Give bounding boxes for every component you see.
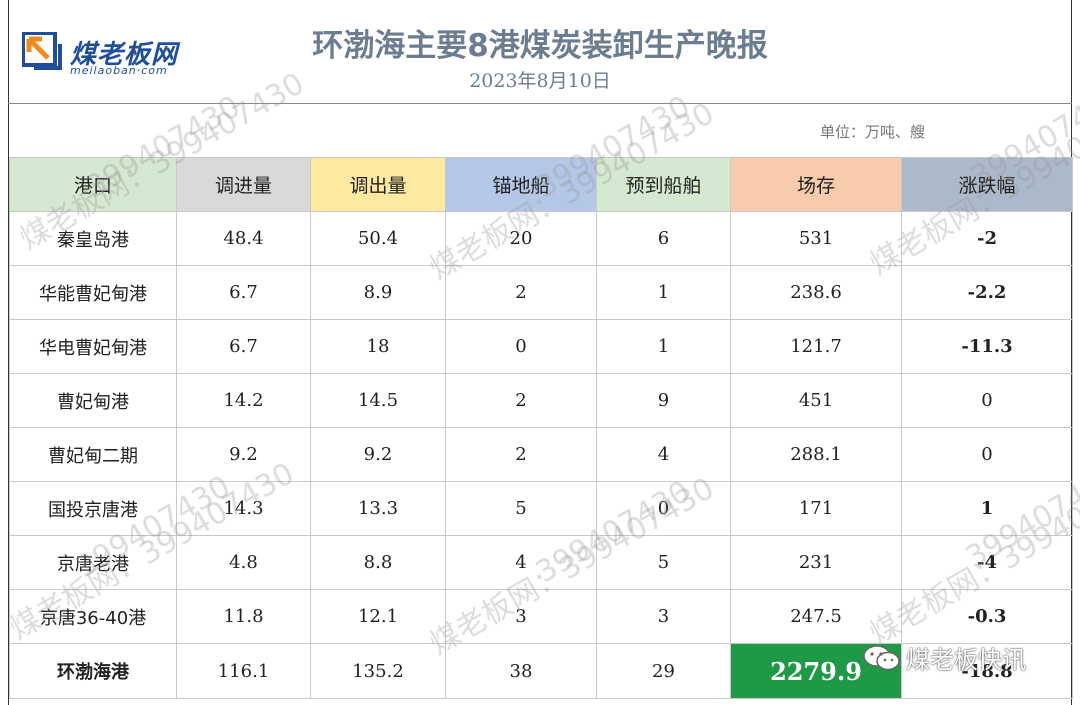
outbound-cell: 135.2 [310, 643, 446, 699]
stock-cell: 171 [730, 481, 902, 536]
table-row: 曹妃甸港 14.2 14.5 2 9 451 0 [9, 373, 1073, 428]
wechat-badge: 煤老板快讯 [862, 640, 1062, 674]
port-name-cell: 环渤海港 [9, 643, 177, 699]
table-row: 国投京唐港 14.3 13.3 5 0 171 1 [9, 481, 1073, 536]
table-header-row: 港口 调进量 调出量 锚地船 预到船舶 场存 涨跌幅 [9, 157, 1073, 212]
inbound-cell: 48.4 [176, 211, 311, 266]
port-name-cell: 京唐老港 [9, 535, 177, 590]
stock-cell: 288.1 [730, 427, 902, 482]
expected-ships-cell: 3 [596, 589, 731, 644]
anchored-ships-cell: 20 [445, 211, 597, 266]
header-divider [8, 103, 1072, 104]
table-row: 华电曹妃甸港 6.7 18 0 1 121.7 -11.3 [9, 319, 1073, 374]
expected-ships-cell: 5 [596, 535, 731, 590]
stock-cell: 531 [730, 211, 902, 266]
expected-ships-cell: 4 [596, 427, 731, 482]
outbound-cell: 13.3 [310, 481, 446, 536]
column-header: 预到船舶 [596, 157, 731, 212]
inbound-cell: 6.7 [176, 265, 311, 320]
stock-cell: 231 [730, 535, 902, 590]
wechat-label: 煤老板快讯 [906, 646, 1026, 674]
anchored-ships-cell: 4 [445, 535, 597, 590]
change-cell: -4 [901, 535, 1073, 590]
expected-ships-cell: 1 [596, 319, 731, 374]
port-name-cell: 华电曹妃甸港 [9, 319, 177, 374]
anchored-ships-cell: 2 [445, 427, 597, 482]
port-table: 港口 调进量 调出量 锚地船 预到船舶 场存 涨跌幅 秦皇岛港 48.4 50.4 20 6 531-… [9, 157, 1073, 699]
port-name-cell: 曹妃甸二期 [9, 427, 177, 482]
expected-ships-cell: 29 [596, 643, 731, 699]
brand-logo: 煤老板网 meilaoban·com [22, 32, 222, 82]
inbound-cell: 116.1 [176, 643, 311, 699]
change-cell: -0.3 [901, 589, 1073, 644]
table-row: 曹妃甸二期 9.2 9.2 2 4 288.1 0 [9, 427, 1073, 482]
inbound-cell: 4.8 [176, 535, 311, 590]
report-date: 2023年8月10日 [469, 70, 611, 92]
column-header: 涨跌幅 [901, 157, 1073, 212]
expected-ships-cell: 0 [596, 481, 731, 536]
anchored-ships-cell: 2 [445, 265, 597, 320]
inbound-cell: 11.8 [176, 589, 311, 644]
inbound-cell: 14.3 [176, 481, 311, 536]
table-row: 京唐36-40港 11.8 12.1 3 3 247.5 -0.3 [9, 589, 1073, 644]
column-header: 调出量 [310, 157, 446, 212]
port-name-cell: 华能曹妃甸港 [9, 265, 177, 320]
port-name-cell: 国投京唐港 [9, 481, 177, 536]
unit-label: 单位：万吨、艘 [820, 123, 926, 141]
column-header: 港口 [9, 157, 177, 212]
anchored-ships-cell: 2 [445, 373, 597, 428]
change-cell: 1 [901, 481, 1073, 536]
expected-ships-cell: 6 [596, 211, 731, 266]
inbound-cell: 9.2 [176, 427, 311, 482]
outbound-cell: 50.4 [310, 211, 446, 266]
outbound-cell: 8.9 [310, 265, 446, 320]
stock-cell: 247.5 [730, 589, 902, 644]
column-header: 场存 [730, 157, 902, 212]
expected-ships-cell: 9 [596, 373, 731, 428]
brand-domain: meilaoban·com [70, 64, 168, 77]
table-row: 华能曹妃甸港 6.7 8.9 2 1 238.6 -2.2 [9, 265, 1073, 320]
change-cell: -2 [901, 211, 1073, 266]
column-header: 锚地船 [445, 157, 597, 212]
anchored-ships-cell: 38 [445, 643, 597, 699]
outbound-cell: 12.1 [310, 589, 446, 644]
report-title: 环渤海主要8港煤炭装卸生产晚报 [312, 28, 768, 64]
logo-mark-icon [22, 32, 62, 70]
inbound-cell: 6.7 [176, 319, 311, 374]
stock-cell: 238.6 [730, 265, 902, 320]
anchored-ships-cell: 3 [445, 589, 597, 644]
stock-cell: 121.7 [730, 319, 902, 374]
column-header: 调进量 [176, 157, 311, 212]
inbound-cell: 14.2 [176, 373, 311, 428]
outbound-cell: 8.8 [310, 535, 446, 590]
outbound-cell: 14.5 [310, 373, 446, 428]
anchored-ships-cell: 5 [445, 481, 597, 536]
change-cell: 0 [901, 427, 1073, 482]
change-cell: -11.3 [901, 319, 1073, 374]
outbound-cell: 9.2 [310, 427, 446, 482]
outbound-cell: 18 [310, 319, 446, 374]
expected-ships-cell: 1 [596, 265, 731, 320]
table-row: 京唐老港 4.8 8.8 4 5 231 -4 [9, 535, 1073, 590]
stock-cell: 451 [730, 373, 902, 428]
wechat-icon [863, 645, 900, 671]
change-cell: -2.2 [901, 265, 1073, 320]
port-name-cell: 京唐36-40港 [9, 589, 177, 644]
port-name-cell: 秦皇岛港 [9, 211, 177, 266]
port-name-cell: 曹妃甸港 [9, 373, 177, 428]
change-cell: 0 [901, 373, 1073, 428]
table-row: 秦皇岛港 48.4 50.4 20 6 531 -2 [9, 211, 1073, 266]
anchored-ships-cell: 0 [445, 319, 597, 374]
